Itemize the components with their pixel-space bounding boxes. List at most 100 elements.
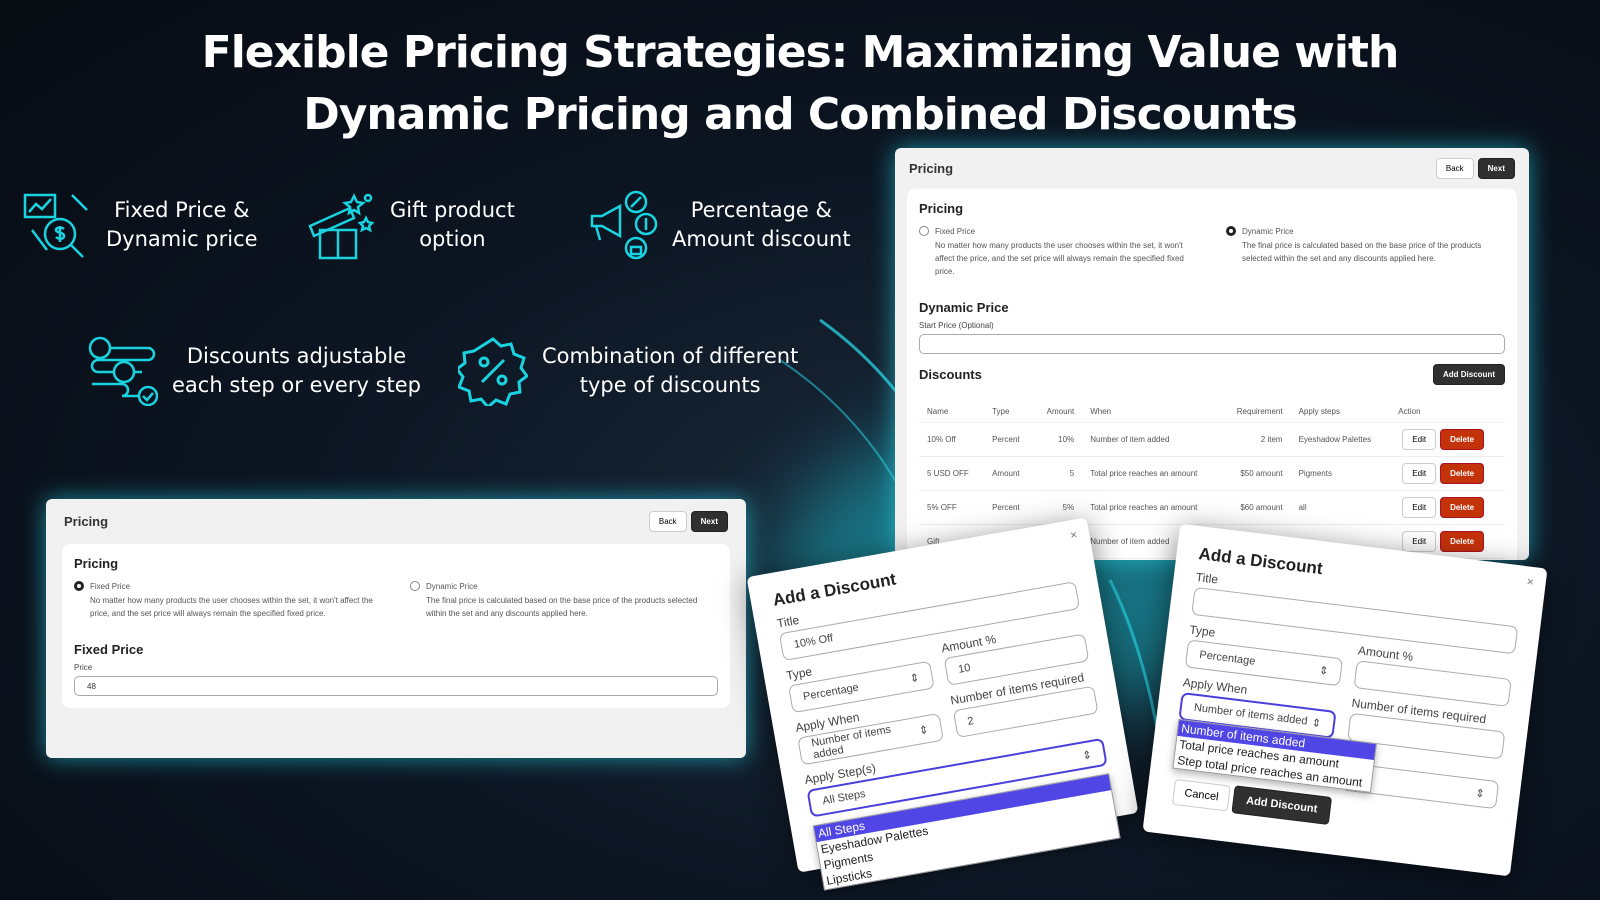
cell-req: 2 item — [1220, 422, 1291, 457]
cell-name: 10% Off — [919, 422, 985, 457]
headline-line-2: Dynamic Pricing and Combined Discounts — [303, 89, 1298, 140]
section-title: Pricing — [74, 556, 119, 571]
radio-description: No matter how many products the user cho… — [935, 241, 1184, 276]
feature-percentage-amount: Percentage & Amount discount — [588, 190, 851, 260]
column-header: Apply steps — [1290, 401, 1391, 423]
type-value: Percentage — [802, 681, 860, 704]
cell-when: Total price reaches an amount — [1082, 490, 1221, 525]
cell-when: Number of item added — [1082, 422, 1221, 457]
cell-amount: 5 — [1033, 456, 1083, 491]
chevron-updown-icon: ⇕ — [908, 671, 921, 685]
delete-button[interactable]: Delete — [1440, 429, 1485, 450]
cell-action: Edit Delete — [1390, 456, 1505, 491]
feature-fixed-dynamic: Fixed Price & Dynamic price — [22, 190, 258, 260]
table-row: 10% Off Percent 10% Number of item added 2 i… — [919, 422, 1505, 457]
chevron-updown-icon: ⇕ — [1474, 787, 1486, 801]
feature-label: Gift product — [390, 198, 515, 222]
chevron-updown-icon: ⇕ — [1311, 716, 1322, 730]
delete-button[interactable]: Delete — [1440, 531, 1485, 552]
cell-steps: Pigments — [1290, 456, 1391, 491]
panel-title: Pricing — [64, 514, 109, 529]
feature-label: each step or every step — [172, 373, 422, 397]
cell-type: Percent — [984, 490, 1034, 525]
delete-button[interactable]: Delete — [1440, 497, 1485, 518]
cancel-button[interactable]: Cancel — [1171, 778, 1231, 812]
column-header: When — [1082, 401, 1221, 423]
feature-gift: Gift product option — [306, 190, 515, 260]
discounts-heading: Discounts — [919, 367, 982, 382]
edit-button[interactable]: Edit — [1402, 463, 1437, 484]
dynamic-price-heading: Dynamic Price — [919, 300, 1009, 315]
add-discount-submit-button[interactable]: Add Discount — [1231, 785, 1332, 825]
feature-steps: Discounts adjustable each step or every s… — [88, 336, 421, 406]
feature-label: Discounts adjustable — [186, 344, 407, 368]
column-header: Type — [984, 401, 1034, 423]
radio-description: No matter how many products the user cho… — [90, 596, 373, 618]
panel-title: Pricing — [909, 161, 954, 176]
column-header: Action — [1390, 401, 1505, 423]
radio-dynamic-price[interactable]: Dynamic Price The final price is calculat… — [410, 581, 718, 620]
next-button[interactable]: Next — [1477, 158, 1515, 179]
steps-flow-icon — [88, 336, 158, 406]
radio-description: The final price is calculated based on t… — [1242, 241, 1482, 263]
type-value: Percentage — [1198, 648, 1256, 668]
edit-button[interactable]: Edit — [1402, 497, 1437, 518]
close-icon[interactable]: × — [1069, 527, 1078, 542]
cell-when: Total price reaches an amount — [1082, 456, 1221, 491]
cell-action: Edit Delete — [1390, 490, 1505, 525]
megaphone-percent-icon — [590, 190, 658, 260]
dynamic-pricing-panel: Pricing Back Next Pricing Fixed Price No ma… — [895, 148, 1529, 560]
radio-label: Fixed Price — [90, 581, 131, 591]
cell-type: Amount — [984, 456, 1034, 491]
cell-steps: all — [1290, 490, 1391, 525]
next-button[interactable]: Next — [690, 511, 728, 532]
delete-button[interactable]: Delete — [1440, 463, 1485, 484]
cell-req: $50 amount — [1220, 456, 1291, 491]
fixed-price-heading: Fixed Price — [74, 642, 144, 657]
radio-dynamic-price[interactable]: Dynamic Price The final price is calculat… — [1226, 226, 1505, 278]
radio-label: Fixed Price — [935, 226, 976, 236]
radio-icon[interactable] — [1226, 226, 1236, 236]
title-value: 10% Off — [793, 632, 835, 651]
radio-fixed-price[interactable]: Fixed Price No matter how many products t… — [74, 581, 382, 620]
chevron-updown-icon: ⇕ — [1318, 664, 1330, 678]
feature-combination: Combination of different type of discount… — [458, 336, 798, 406]
cell-type: Percent — [984, 422, 1034, 457]
radio-fixed-price[interactable]: Fixed Price No matter how many products t… — [919, 226, 1198, 278]
radio-icon[interactable] — [410, 581, 420, 591]
back-button[interactable]: Back — [648, 511, 687, 532]
fixed-pricing-panel: Pricing Back Next Pricing Fixed Price No ma… — [46, 499, 746, 758]
amount-value: 10 — [957, 661, 972, 676]
start-price-label: Start Price (Optional) — [919, 321, 994, 330]
chevron-updown-icon: ⇕ — [918, 723, 930, 738]
headline: Flexible Pricing Strategies: Maximizing … — [0, 22, 1600, 146]
add-discount-modal-left: × Add a Discount Title 10% Off Type Perce… — [746, 517, 1139, 891]
cell-steps: Eyeshadow Palettes — [1290, 422, 1391, 457]
add-discount-button[interactable]: Add Discount — [1433, 364, 1505, 385]
close-icon[interactable]: × — [1526, 574, 1535, 589]
chevron-updown-icon: ⇕ — [1081, 748, 1093, 763]
table-row: 5% OFF Percent 5% Total price reaches an am… — [919, 490, 1505, 525]
cell-req: $60 amount — [1220, 490, 1291, 525]
edit-button[interactable]: Edit — [1402, 531, 1437, 552]
price-input[interactable]: 48 — [74, 676, 718, 696]
back-button[interactable]: Back — [1435, 158, 1474, 179]
feature-label: type of discounts — [579, 373, 761, 397]
section-title: Pricing — [919, 201, 964, 216]
radio-icon[interactable] — [74, 581, 84, 591]
edit-button[interactable]: Edit — [1402, 429, 1437, 450]
table-row: 5 USD OFF Amount 5 Total price reaches an a… — [919, 456, 1505, 491]
radio-icon[interactable] — [919, 226, 929, 236]
cell-name: 5 USD OFF — [919, 456, 985, 491]
feature-label: option — [419, 227, 486, 251]
apply-steps-value: All Steps — [821, 787, 867, 808]
percent-badge-icon — [458, 337, 528, 406]
radio-label: Dynamic Price — [426, 581, 478, 591]
column-header: Name — [919, 401, 985, 423]
chart-dollar-magnifier-icon — [23, 193, 88, 258]
feature-label: Percentage & — [690, 198, 832, 222]
radio-label: Dynamic Price — [1242, 226, 1294, 236]
cell-amount: 10% — [1033, 422, 1083, 457]
cell-action: Edit Delete — [1390, 422, 1505, 457]
start-price-input[interactable] — [919, 334, 1505, 354]
